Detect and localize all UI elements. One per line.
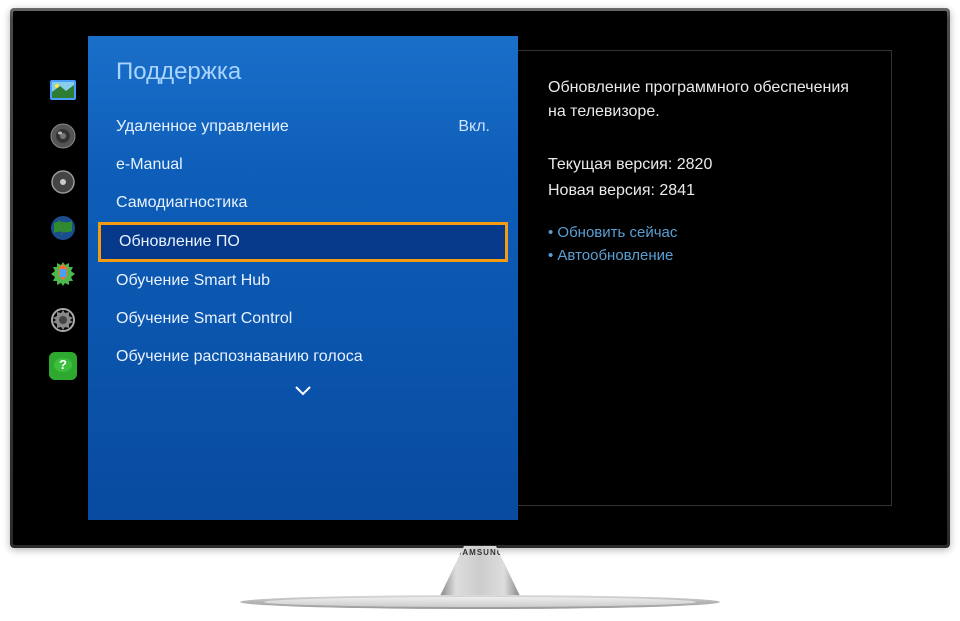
stand-base-highlight xyxy=(264,597,696,607)
menu-item-voice-recognition-tutorial[interactable]: Обучение распознаванию голоса xyxy=(88,338,518,376)
network-icon[interactable] xyxy=(49,168,77,196)
svg-text:?: ? xyxy=(59,357,67,372)
tv-screen: ? Поддержка Удаленное управление Вкл. e-… xyxy=(38,36,922,520)
menu-item-label: Обучение распознаванию голоса xyxy=(116,348,363,366)
menu-item-smart-hub-tutorial[interactable]: Обучение Smart Hub xyxy=(88,262,518,300)
chevron-down-icon[interactable] xyxy=(88,376,518,406)
menu-item-value: Вкл. xyxy=(458,118,490,136)
info-description: Обновление программного обеспечения на т… xyxy=(548,76,861,124)
category-sidebar: ? xyxy=(38,36,88,520)
menu-item-smart-control-tutorial[interactable]: Обучение Smart Control xyxy=(88,300,518,338)
new-version-value: 2841 xyxy=(659,182,695,199)
panel-title: Поддержка xyxy=(88,58,518,108)
current-version-label: Текущая версия: xyxy=(548,156,672,173)
support-icon[interactable]: ? xyxy=(49,352,77,380)
menu-item-label: Самодиагностика xyxy=(116,194,247,212)
menu-item-remote-management[interactable]: Удаленное управление Вкл. xyxy=(88,108,518,146)
menu-item-self-diagnosis[interactable]: Самодиагностика xyxy=(88,184,518,222)
tv-bezel: ? Поддержка Удаленное управление Вкл. e-… xyxy=(10,8,950,548)
new-version-label: Новая версия: xyxy=(548,182,655,199)
menu-item-software-update[interactable]: Обновление ПО xyxy=(98,222,508,262)
info-panel: Обновление программного обеспечения на т… xyxy=(518,50,892,506)
brand-logo: SAMSUNG xyxy=(456,548,504,557)
menu-item-label: Обновление ПО xyxy=(119,233,240,251)
new-version-line: Новая версия: 2841 xyxy=(548,178,861,204)
stand-neck: SAMSUNG xyxy=(440,546,520,596)
current-version-line: Текущая версия: 2820 xyxy=(548,152,861,178)
current-version-value: 2820 xyxy=(677,156,713,173)
menu-item-label: e-Manual xyxy=(116,156,183,174)
picture-icon[interactable] xyxy=(49,76,77,104)
action-update-now[interactable]: Обновить сейчас xyxy=(548,221,861,244)
settings-icon[interactable] xyxy=(49,306,77,334)
menu-item-emanual[interactable]: e-Manual xyxy=(88,146,518,184)
tv-inner-bezel: ? Поддержка Удаленное управление Вкл. e-… xyxy=(13,11,947,545)
sound-icon[interactable] xyxy=(49,122,77,150)
tv-stand: SAMSUNG xyxy=(240,546,720,621)
settings-panel: Поддержка Удаленное управление Вкл. e-Ma… xyxy=(88,36,518,520)
menu-item-label: Удаленное управление xyxy=(116,118,289,136)
action-auto-update[interactable]: Автообновление xyxy=(548,244,861,267)
smart-features-icon[interactable] xyxy=(49,214,77,242)
system-icon[interactable] xyxy=(49,260,77,288)
menu-item-label: Обучение Smart Hub xyxy=(116,272,270,290)
info-actions: Обновить сейчас Автообновление xyxy=(548,221,861,267)
info-versions: Текущая версия: 2820 Новая версия: 2841 xyxy=(548,152,861,203)
menu-item-label: Обучение Smart Control xyxy=(116,310,292,328)
menu-list: Удаленное управление Вкл. e-Manual Самод… xyxy=(88,108,518,376)
